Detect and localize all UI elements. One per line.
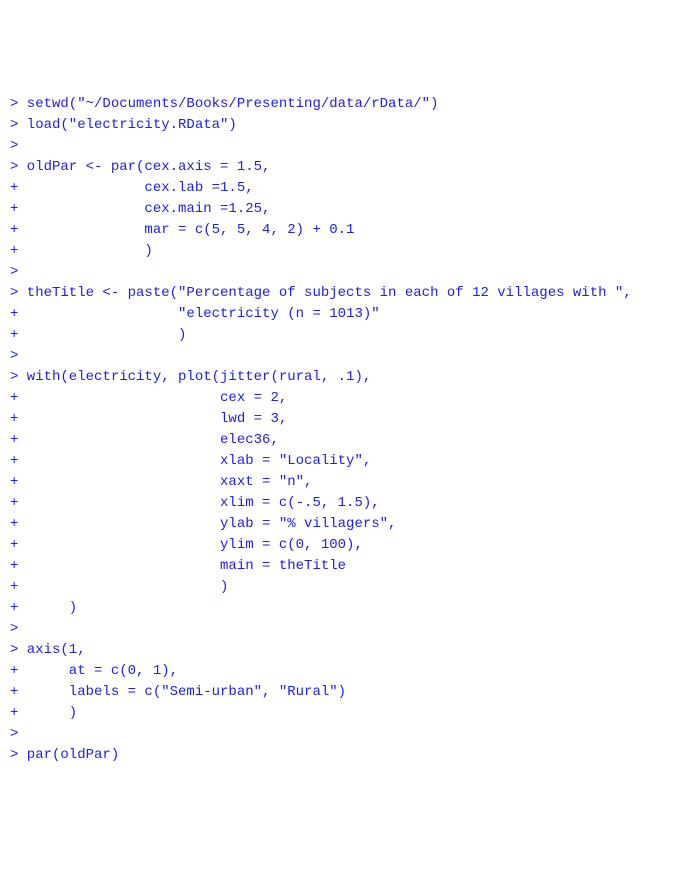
console-line: + xaxt = "n", — [10, 474, 312, 490]
console-line: + main = theTitle — [10, 558, 346, 574]
console-line: + ylim = c(0, 100), — [10, 537, 363, 553]
console-line: + cex.main =1.25, — [10, 201, 270, 217]
console-line: + ) — [10, 327, 186, 343]
console-line: + at = c(0, 1), — [10, 663, 178, 679]
console-line: > — [10, 621, 27, 637]
console-line: > setwd("~/Documents/Books/Presenting/da… — [10, 96, 438, 112]
console-line: + cex.lab =1.5, — [10, 180, 254, 196]
console-line: > axis(1, — [10, 642, 86, 658]
console-line: + lwd = 3, — [10, 411, 287, 427]
console-line: + ) — [10, 705, 77, 721]
console-line: > oldPar <- par(cex.axis = 1.5, — [10, 159, 270, 175]
console-line: > load("electricity.RData") — [10, 117, 237, 133]
console-line: + ) — [10, 600, 77, 616]
console-line: + xlab = "Locality", — [10, 453, 371, 469]
console-line: + xlim = c(-.5, 1.5), — [10, 495, 380, 511]
console-line: + ) — [10, 579, 228, 595]
console-line: > — [10, 348, 27, 364]
console-line: + cex = 2, — [10, 390, 287, 406]
console-line: + ylab = "% villagers", — [10, 516, 396, 532]
r-console-output: > setwd("~/Documents/Books/Presenting/da… — [10, 94, 667, 766]
console-line: > with(electricity, plot(jitter(rural, .… — [10, 369, 371, 385]
console-line: > par(oldPar) — [10, 747, 119, 763]
console-line: + labels = c("Semi-urban", "Rural") — [10, 684, 346, 700]
console-line: + elec36, — [10, 432, 279, 448]
console-line: > — [10, 264, 27, 280]
console-line: + "electricity (n = 1013)" — [10, 306, 380, 322]
console-line: > — [10, 726, 27, 742]
console-line: > — [10, 138, 27, 154]
console-line: + mar = c(5, 5, 4, 2) + 0.1 — [10, 222, 354, 238]
console-line: + ) — [10, 243, 153, 259]
console-line: > theTitle <- paste("Percentage of subje… — [10, 285, 632, 301]
